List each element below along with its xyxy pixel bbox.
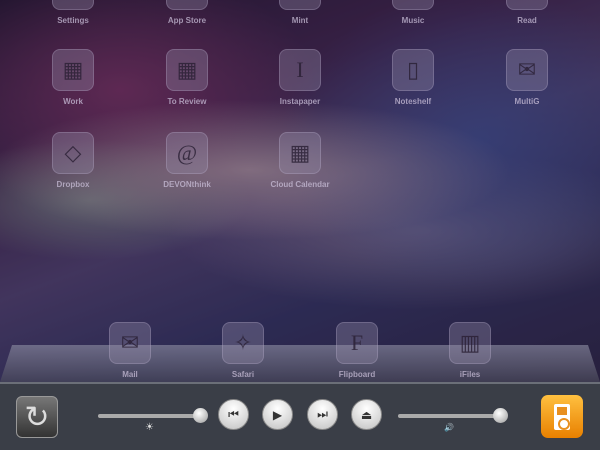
app-icon: ▦: [279, 132, 321, 174]
app-icon: ◎: [279, 0, 321, 10]
brightness-slider[interactable]: [98, 408, 208, 423]
multitasking-bar: ↻ ☀ ⏮ ▶ ⏭ ⏏ 🔊: [0, 382, 600, 450]
app-label: Music: [401, 16, 425, 25]
app-label: MultiG: [514, 97, 540, 106]
app-icon: ⚙: [52, 0, 94, 10]
app-icon: @: [166, 132, 208, 174]
app-icon: I: [279, 49, 321, 91]
app-icon: ▦: [166, 49, 208, 91]
brightness-icon: ☀: [145, 422, 154, 433]
app-icon: ▦: [52, 49, 94, 91]
previous-track-button[interactable]: ⏮: [218, 399, 249, 430]
home-app-to-review[interactable]: ▦ To Review: [142, 49, 232, 106]
play-button[interactable]: ▶: [262, 399, 293, 430]
app-label: Noteshelf: [394, 97, 432, 106]
app-icon: ▯: [392, 49, 434, 91]
app-icon: ✉: [109, 322, 151, 364]
volume-knob[interactable]: [493, 408, 508, 423]
dock-app-mail[interactable]: ✉ Mail: [85, 322, 175, 379]
home-app-music[interactable]: ♪ Music: [368, 0, 458, 25]
home-app-settings[interactable]: ⚙ Settings: [28, 0, 118, 25]
ipod-app-button[interactable]: [541, 395, 583, 438]
app-label: To Review: [167, 97, 207, 106]
dock-app-flipboard[interactable]: F Flipboard: [312, 322, 402, 379]
next-icon: ⏭: [317, 407, 328, 421]
home-app-cloud-calendar[interactable]: ▦ Cloud Calendar: [255, 132, 345, 189]
home-app-read[interactable]: ▤ Read: [482, 0, 572, 25]
ipod-icon: [554, 403, 570, 430]
app-label: iFiles: [459, 370, 481, 379]
home-app-devonthink[interactable]: @ DEVONthink: [142, 132, 232, 189]
app-label: App Store: [167, 16, 207, 25]
previous-icon: ⏮: [228, 407, 239, 421]
app-label: Settings: [57, 16, 89, 25]
app-icon: A: [166, 0, 208, 10]
home-app-multig[interactable]: ✉ MultiG: [482, 49, 572, 106]
app-label: Instapaper: [279, 97, 321, 106]
home-app-noteshelf[interactable]: ▯ Noteshelf: [368, 49, 458, 106]
home-app-work[interactable]: ▦ Work: [28, 49, 118, 106]
rotation-lock-icon: ↻: [24, 400, 50, 434]
rotation-lock-button[interactable]: ↻: [16, 396, 58, 438]
app-icon: ♪: [392, 0, 434, 10]
volume-icon: 🔊: [444, 423, 454, 432]
app-label: Cloud Calendar: [270, 180, 330, 189]
home-app-app-store[interactable]: A App Store: [142, 0, 232, 25]
home-app-mint[interactable]: ◎ Mint: [255, 0, 345, 25]
next-track-button[interactable]: ⏭: [307, 399, 338, 430]
app-icon: ✧: [222, 322, 264, 364]
airplay-button[interactable]: ⏏: [351, 399, 382, 430]
volume-slider[interactable]: [398, 408, 508, 423]
app-label: Read: [517, 16, 537, 25]
play-icon: ▶: [272, 407, 283, 422]
app-label: Mail: [122, 370, 138, 379]
app-icon: F: [336, 322, 378, 364]
app-label: DEVONthink: [163, 180, 211, 189]
app-icon: ◇: [52, 132, 94, 174]
app-icon: ✉: [506, 49, 548, 91]
app-label: Dropbox: [56, 180, 90, 189]
app-icon: ▤: [506, 0, 548, 10]
app-label: Flipboard: [338, 370, 376, 379]
home-app-instapaper[interactable]: I Instapaper: [255, 49, 345, 106]
app-label: Work: [63, 97, 83, 106]
app-icon: ▥: [449, 322, 491, 364]
brightness-knob[interactable]: [193, 408, 208, 423]
app-label: Safari: [231, 370, 255, 379]
app-label: Mint: [291, 16, 309, 25]
dock-app-safari[interactable]: ✧ Safari: [198, 322, 288, 379]
home-app-dropbox[interactable]: ◇ Dropbox: [28, 132, 118, 189]
airplay-icon: ⏏: [360, 407, 373, 422]
dock-app-ifiles[interactable]: ▥ iFiles: [425, 322, 515, 379]
